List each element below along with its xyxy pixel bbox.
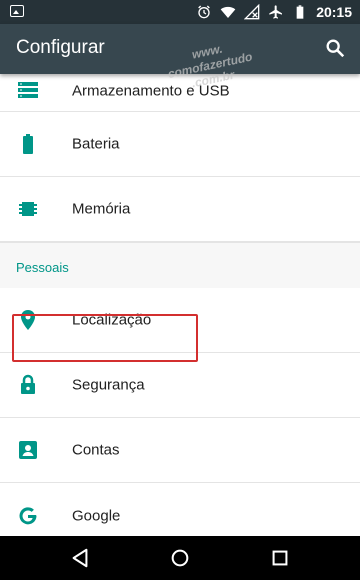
settings-section-personal: Pessoais Localização Segurança Contas Go… <box>0 242 360 543</box>
navigation-bar <box>0 536 360 580</box>
list-item-google[interactable]: Google <box>0 483 360 543</box>
search-icon[interactable] <box>324 37 346 59</box>
status-time: 20:15 <box>316 4 352 20</box>
list-item-label: Segurança <box>72 376 145 394</box>
list-item-label: Memória <box>72 200 131 218</box>
settings-list-device: Armazenamento e USB Bateria Memória <box>0 74 360 242</box>
highlight-box <box>12 314 198 362</box>
back-icon[interactable] <box>69 547 91 569</box>
no-signal-icon <box>244 4 260 20</box>
status-bar: 20:15 <box>0 0 360 24</box>
app-bar: Configurar <box>0 24 360 74</box>
list-item-label: Bateria <box>72 135 120 153</box>
account-icon <box>19 441 37 459</box>
alarm-icon <box>198 5 210 19</box>
image-icon <box>10 5 24 17</box>
list-item-accounts[interactable]: Contas <box>0 418 360 483</box>
recents-icon[interactable] <box>269 547 291 569</box>
battery-icon <box>296 5 304 19</box>
page-title: Configurar <box>16 37 105 58</box>
list-item-label: Google <box>72 507 121 525</box>
list-item-memory[interactable]: Memória <box>0 177 360 242</box>
memory-icon <box>19 202 37 216</box>
list-item-label: Contas <box>72 441 120 459</box>
list-item-battery[interactable]: Bateria <box>0 112 360 177</box>
lock-icon <box>21 374 35 394</box>
section-title: Pessoais <box>0 242 360 288</box>
list-item-label: Armazenamento e USB <box>72 82 230 100</box>
battery-icon <box>23 134 33 154</box>
wifi-icon <box>220 6 236 18</box>
storage-icon <box>18 82 38 98</box>
google-icon <box>19 507 37 525</box>
home-icon[interactable] <box>169 547 191 569</box>
status-icons: 20:15 <box>196 3 352 21</box>
list-item-storage[interactable]: Armazenamento e USB <box>0 74 360 112</box>
airplane-icon <box>269 5 283 19</box>
list-item-security[interactable]: Segurança <box>0 353 360 418</box>
